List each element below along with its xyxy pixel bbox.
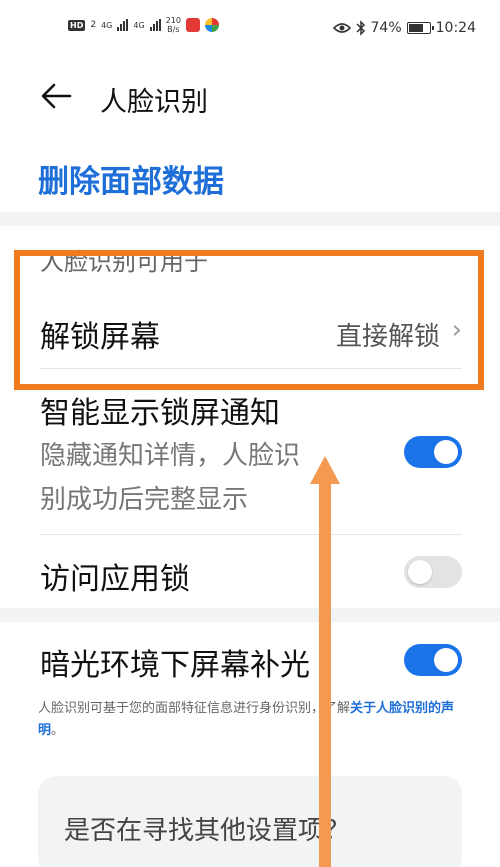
toggle-knob <box>434 648 458 672</box>
toggle-knob <box>408 560 432 584</box>
app-lock-row[interactable]: 访问应用锁 <box>0 540 500 606</box>
smart-notification-row[interactable]: 智能显示锁屏通知 隐藏通知详情，人脸识 别成功后完整显示 <box>0 384 500 530</box>
section-divider <box>0 212 500 226</box>
low-light-fill-label: 暗光环境下屏幕补光 <box>40 648 310 683</box>
network-speed-value: 210 <box>165 16 181 25</box>
network-type-1: 4G <box>101 20 113 30</box>
smart-notification-label: 智能显示锁屏通知 <box>40 396 280 431</box>
smart-notification-toggle[interactable] <box>404 436 462 468</box>
signal-icon <box>117 19 129 31</box>
sim-indicator: 2 <box>90 20 97 30</box>
low-light-fill-toggle[interactable] <box>404 644 462 676</box>
toggle-knob <box>434 440 458 464</box>
status-right: 74% 10:24 <box>332 20 476 36</box>
signal-icon-2 <box>149 19 161 31</box>
delete-face-data-link[interactable]: 删除面部数据 <box>38 156 224 201</box>
notification-app-icon-2 <box>204 18 219 32</box>
back-arrow-icon[interactable] <box>40 82 72 110</box>
battery-percent: 74% <box>370 20 402 36</box>
section-divider <box>0 608 500 622</box>
network-speed: 210 B/s <box>166 16 181 34</box>
notification-app-icon <box>185 18 200 32</box>
app-lock-label: 访问应用锁 <box>40 562 190 597</box>
status-left: HD 2 4G 4G 210 B/s <box>68 16 219 34</box>
search-suggestion-card: 是否在寻找其他设置项？ <box>38 776 462 867</box>
annotation-highlight-box <box>14 250 484 390</box>
app-lock-toggle[interactable] <box>404 556 462 588</box>
row-separator <box>40 534 462 535</box>
privacy-footnote: 人脸识别可基于您的面部特征信息进行身份识别，了解关于人脸识别的声明。 <box>38 698 468 742</box>
network-speed-unit: B/s <box>167 25 180 34</box>
clock: 10:24 <box>435 20 476 36</box>
title-bar: 人脸识别 <box>0 72 500 120</box>
eye-icon <box>332 23 351 33</box>
hd-badge: HD <box>68 19 86 31</box>
footnote-end: 。 <box>51 723 65 738</box>
bluetooth-icon <box>355 20 365 36</box>
low-light-fill-row[interactable]: 暗光环境下屏幕补光 <box>0 628 500 692</box>
network-type-2: 4G <box>133 20 145 30</box>
battery-icon <box>406 22 434 34</box>
status-bar: HD 2 4G 4G 210 B/s 74% 10:24 <box>0 0 500 62</box>
annotation-arrow-icon <box>310 456 340 867</box>
page-title: 人脸识别 <box>100 87 208 118</box>
